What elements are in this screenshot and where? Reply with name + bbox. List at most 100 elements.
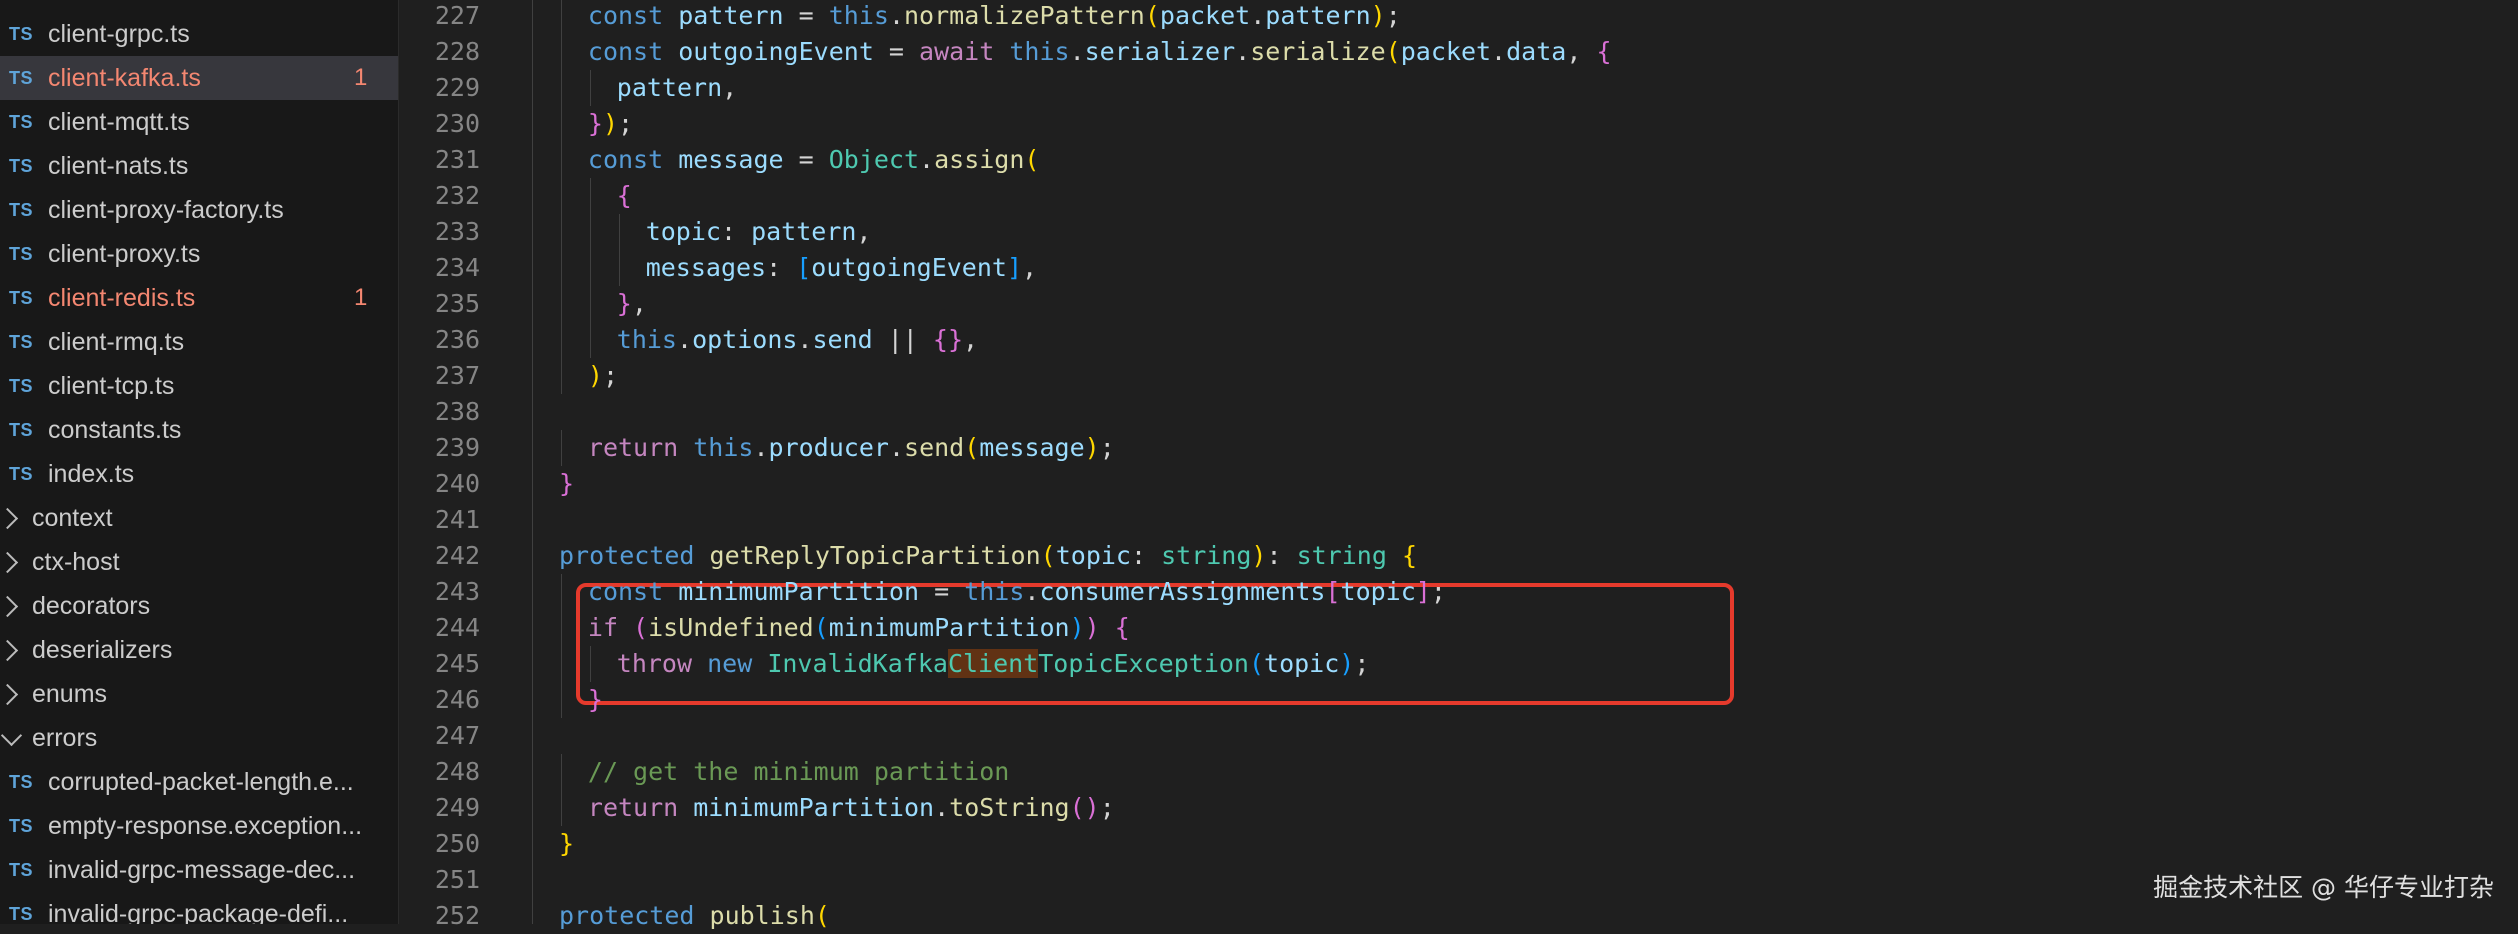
code-token: pattern [1265,1,1371,30]
code-line[interactable]: 247 [399,718,2518,754]
file-item[interactable]: TS client-proxy-factory.ts [0,188,398,232]
code-token: , [722,73,738,102]
code-token: if [587,613,634,642]
code-line[interactable]: 249 return minimumPartition.toString(); [399,790,2518,826]
code-token: . [888,1,904,30]
indent-guide [589,178,591,214]
indent-guide [561,286,562,322]
chevron-right-icon [0,639,19,661]
code-line[interactable]: 233 topic: pattern, [399,214,2518,250]
line-number: 248 [434,757,480,786]
code-token: this [693,433,754,462]
code-token: ; [1099,793,1115,822]
file-item[interactable]: TS client-tcp.ts [0,364,398,408]
code-token: string [1296,541,1387,570]
code-token: = [873,37,920,66]
folder-item[interactable]: enums [0,672,398,716]
file-item[interactable]: TS index.ts [0,452,398,496]
code-text: const outgoingEvent = await this.seriali… [588,34,1612,70]
code-token: ( [1040,541,1056,570]
code-token: ] [1006,253,1023,282]
code-line[interactable]: 238 [399,394,2518,430]
code-text: protected publish( [559,898,830,934]
code-line[interactable]: 246} [399,682,2518,718]
folder-item[interactable]: deserializers [0,628,398,672]
code-line[interactable]: 250} [399,826,2518,862]
code-token: , [963,325,979,354]
code-editor[interactable]: 227 const pattern = this.normalizePattern… [399,0,2518,930]
code-line[interactable]: 244 if (isUndefined(minimumPartition)) { [399,610,2518,646]
folder-item[interactable]: context [0,496,398,540]
code-line[interactable]: 248 // get the minimum partition [399,754,2518,790]
code-line[interactable]: 230}); [399,106,2518,142]
file-item[interactable]: TS client-mqtt.ts [0,100,398,144]
code-line[interactable]: 234 messages: [outgoingEvent], [399,250,2518,286]
code-line[interactable]: 235}, [399,286,2518,322]
code-token: ( [1024,145,1040,174]
file-item[interactable]: TS corrupted-packet-length.e... [0,760,398,804]
code-token: ) [1069,613,1085,642]
indent-guide [561,178,562,214]
code-token: { [616,181,632,210]
line-number: 250 [434,829,480,858]
code-line[interactable]: 236 this.options.send || {}, [399,322,2518,358]
line-number: 244 [434,613,480,642]
file-item-label: client-redis.ts [48,283,196,312]
code-token: packet [1159,1,1251,30]
line-number: 227 [434,1,480,30]
code-line[interactable]: 229 pattern, [399,70,2518,106]
code-line[interactable]: 241 [399,502,2518,538]
file-item-label: client-proxy-factory.ts [48,195,284,224]
code-line[interactable]: 228 const outgoingEvent = await this.seri… [399,34,2518,70]
code-token: topic [1055,541,1131,570]
code-text: throw new InvalidKafkaClientTopicExcepti… [617,646,1369,682]
code-token: ( [1385,37,1401,66]
typescript-file-icon: TS [9,243,34,264]
file-item[interactable]: TS constants.ts [0,408,398,452]
indent-guide [561,430,562,466]
code-line[interactable]: 231 const message = Object.assign( [399,142,2518,178]
code-token: minimumPartition [693,793,935,822]
code-line[interactable]: 243 const minimumPartition = this.consume… [399,574,2518,610]
code-token: ) [1084,613,1100,642]
code-token: ( [1069,793,1085,822]
file-item[interactable]: TS client-nats.ts [0,144,398,188]
code-token: ) [1084,433,1100,462]
code-token: this [964,577,1025,606]
code-line[interactable]: 242 protected getReplyTopicPartition(topi… [399,538,2518,574]
code-line[interactable]: 240} [399,466,2518,502]
code-line[interactable]: 245 throw new InvalidKafkaClientTopicExce… [399,646,2518,682]
indent-guide [561,106,562,142]
code-line[interactable]: 232 { [399,178,2518,214]
code-text: pattern, [617,70,737,106]
line-number: 252 [434,901,480,930]
file-item[interactable]: TS client-rmq.ts [0,320,398,364]
file-item[interactable]: TS invalid-grpc-message-dec... [0,848,398,892]
code-token: ] [1415,577,1431,606]
file-item[interactable]: TS client-kafka.ts 1 [0,56,398,100]
file-item[interactable]: TS client-grpc.ts [0,12,398,56]
code-token: ( [1144,1,1160,30]
folder-item[interactable]: decorators [0,584,398,628]
line-number: 241 [434,505,480,534]
file-item[interactable]: TS client-redis.ts 1 [0,276,398,320]
code-token: , [631,289,647,318]
code-token: ; [618,109,634,138]
code-token: ; [1385,1,1401,30]
folder-item[interactable]: errors [0,716,398,760]
file-item[interactable]: TS client-proxy.ts [0,232,398,276]
code-token: this [616,325,677,354]
code-line[interactable]: 237); [399,358,2518,394]
code-line[interactable]: 227 const pattern = this.normalizePattern… [399,0,2518,34]
code-line[interactable]: 239 return this.producer.send(message); [399,430,2518,466]
problem-count-badge: 1 [354,284,368,311]
file-item[interactable]: TS empty-response.exception... [0,804,398,848]
code-token: getReplyTopicPartition [709,541,1041,570]
indent-guide [561,646,562,682]
line-number: 231 [434,145,480,174]
folder-item[interactable]: ctx-host [0,540,398,584]
code-text: const minimumPartition = this.consumerAs… [588,574,1446,610]
typescript-file-icon: TS [9,23,34,44]
file-item[interactable]: TS invalid-grpc-package-defi... [0,892,398,925]
